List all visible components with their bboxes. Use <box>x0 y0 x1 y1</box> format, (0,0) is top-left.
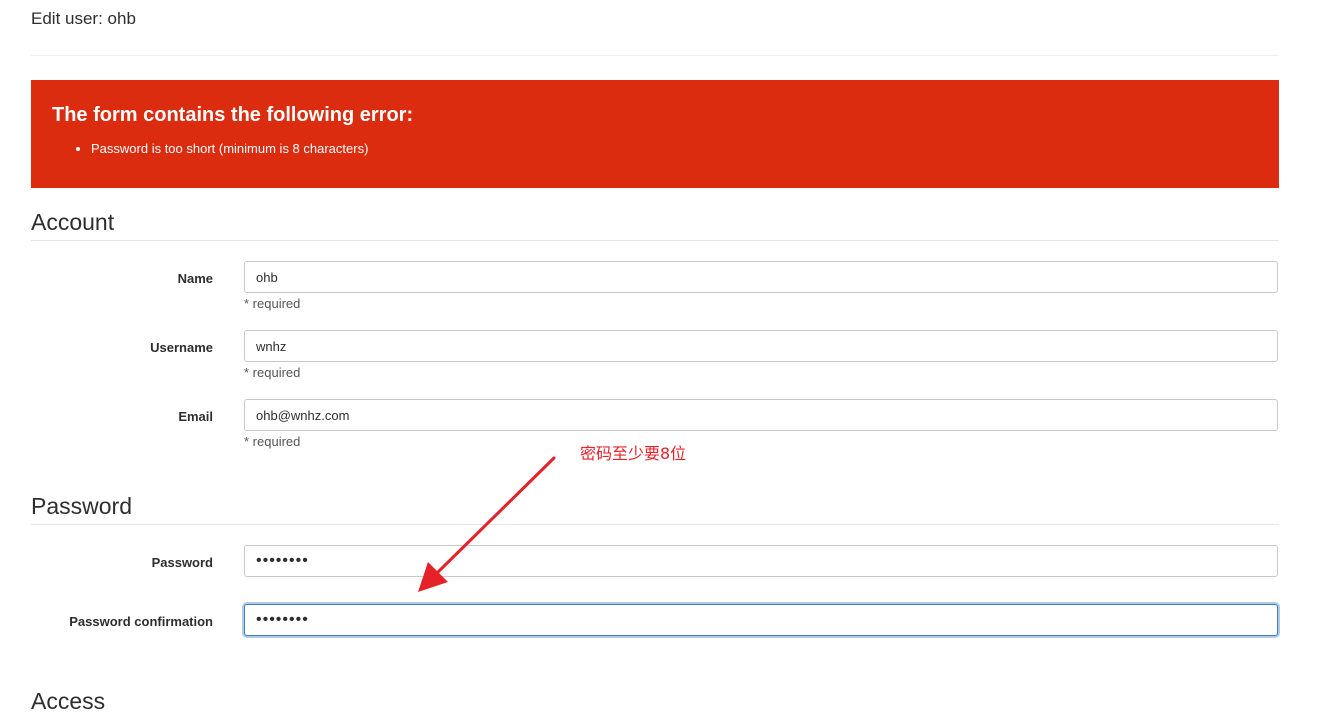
edit-user-page: Edit user: ohb The form contains the fol… <box>0 0 1334 712</box>
annotation-arrow-icon <box>418 456 556 592</box>
